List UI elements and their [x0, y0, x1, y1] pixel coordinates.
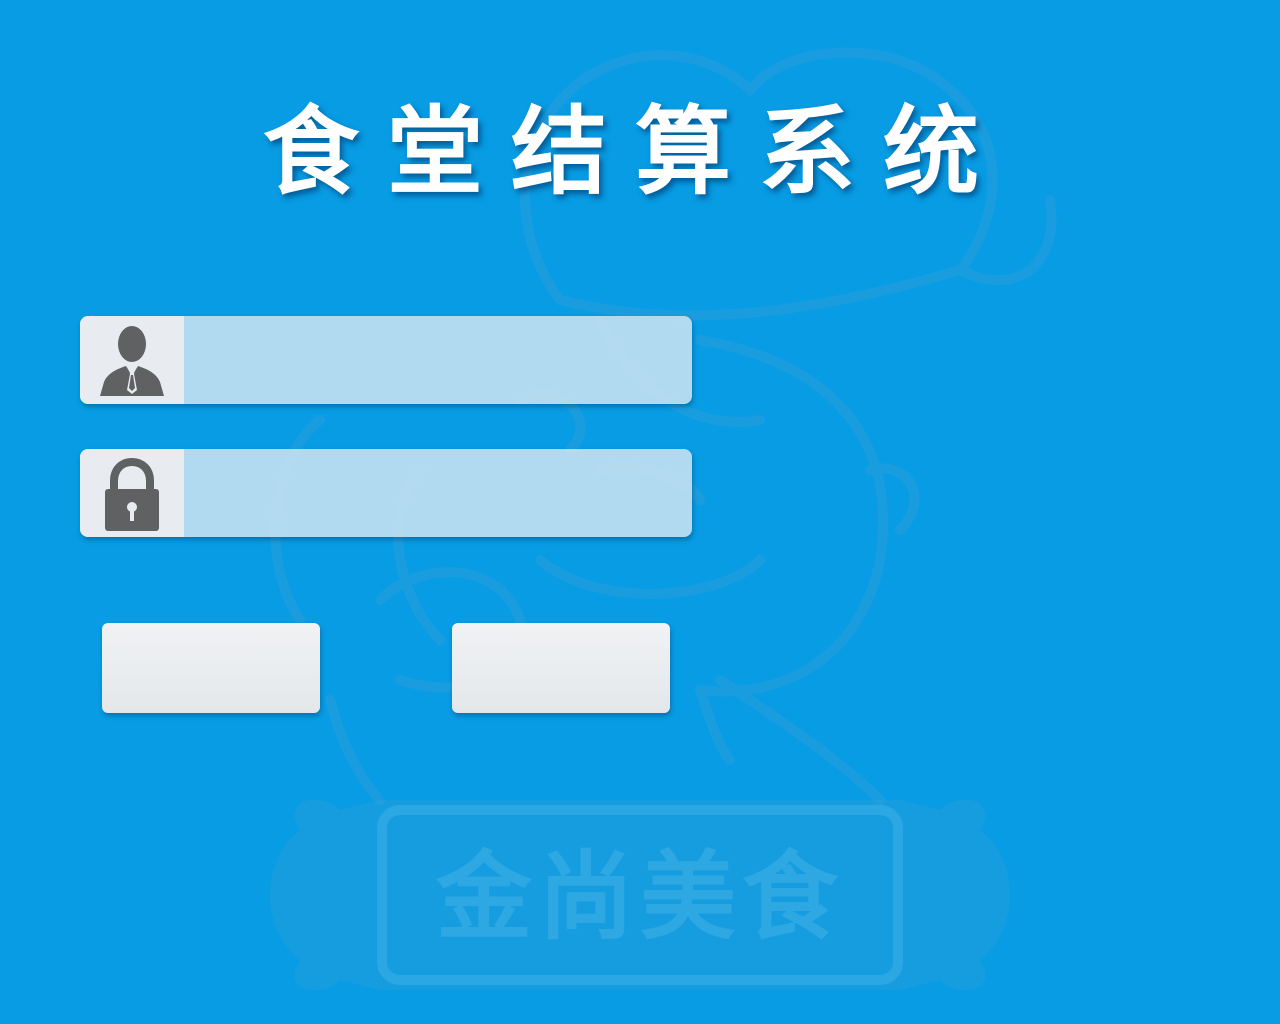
login-button[interactable] — [102, 623, 320, 713]
password-field[interactable] — [80, 449, 692, 537]
cancel-button[interactable] — [452, 623, 670, 713]
user-icon — [100, 326, 164, 396]
app-title: 食堂结算系统 — [263, 96, 1007, 208]
password-icon-box — [80, 449, 184, 537]
username-input[interactable] — [184, 316, 692, 404]
password-input[interactable] — [184, 449, 692, 537]
username-icon-box — [80, 316, 184, 404]
username-field[interactable] — [80, 316, 692, 404]
lock-icon — [105, 457, 159, 531]
watermark-brand-text: 金尚美食 — [435, 841, 844, 953]
